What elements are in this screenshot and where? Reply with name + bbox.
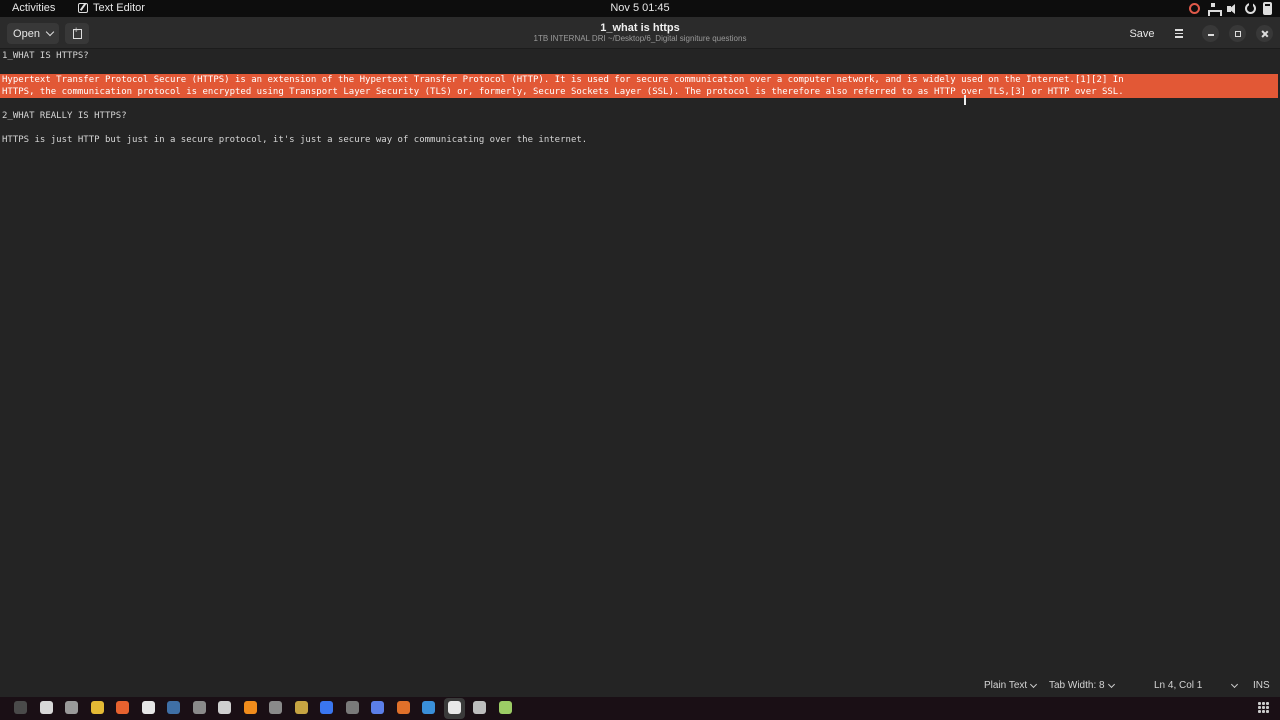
header-bar: Open 1_what is https 1TB INTERNAL DRI ~/… (0, 17, 1280, 49)
hamburger-icon (1175, 29, 1183, 31)
volume-icon[interactable] (1226, 3, 1238, 15)
text-editor-icon[interactable] (448, 701, 461, 714)
text-line[interactable]: HTTPS is just HTTP but just in a secure … (2, 134, 587, 146)
github-desktop-icon[interactable] (142, 701, 155, 714)
browser-icon[interactable] (422, 701, 435, 714)
text-editor-app-icon (78, 3, 88, 13)
inkscape-icon[interactable] (269, 701, 282, 714)
power-icon[interactable] (1245, 1, 1256, 14)
settings-icon[interactable] (346, 701, 359, 714)
chrome-icon[interactable] (91, 701, 104, 714)
activities-button[interactable]: Activities (12, 2, 55, 14)
chat-icon[interactable] (371, 701, 384, 714)
text-area[interactable]: 1_WHAT IS HTTPS? Hypertext Transfer Prot… (0, 50, 1280, 676)
document-path: 1TB INTERNAL DRI ~/Desktop/6_Digital sig… (533, 34, 747, 43)
text-line[interactable]: 1_WHAT IS HTTPS? (2, 50, 89, 62)
maximize-button[interactable] (1229, 25, 1246, 42)
network-icon[interactable] (1207, 2, 1222, 16)
trash-icon[interactable] (499, 701, 512, 714)
terminal-icon[interactable] (14, 701, 27, 714)
obs-icon[interactable] (218, 701, 231, 714)
save-button[interactable]: Save (1124, 23, 1160, 44)
steam-icon[interactable] (167, 701, 180, 714)
language-selector[interactable]: Plain Text (984, 680, 1038, 691)
chevron-down-icon (1107, 680, 1115, 688)
firefox-icon[interactable] (116, 701, 129, 714)
language-label: Plain Text (984, 680, 1028, 691)
document-viewer-icon[interactable] (473, 701, 486, 714)
vlc-icon[interactable] (244, 701, 257, 714)
top-bar: Activities Text Editor Nov 5 01:45 (0, 0, 1280, 17)
text-cursor-icon (964, 95, 966, 105)
document-title: 1_what is https (600, 22, 680, 34)
signal-icon[interactable] (320, 701, 333, 714)
blender-icon[interactable] (295, 701, 308, 714)
sync-icon[interactable] (1189, 3, 1200, 14)
battery-icon[interactable] (1263, 2, 1272, 15)
files-icon[interactable] (65, 701, 78, 714)
restore-icon (1234, 30, 1241, 37)
text-selection[interactable]: Hypertext Transfer Protocol Secure (HTTP… (0, 74, 1278, 98)
text-line[interactable]: 2_WHAT REALLY IS HTTPS? (2, 110, 127, 122)
app-name: Text Editor (93, 2, 145, 14)
minimize-button[interactable] (1202, 25, 1219, 42)
minimize-icon (1207, 34, 1214, 36)
monitor-icon[interactable] (193, 701, 206, 714)
insert-mode[interactable]: INS (1253, 680, 1270, 691)
main-menu-button[interactable] (1168, 23, 1190, 44)
chevron-down-icon (1231, 680, 1239, 688)
chevron-down-icon (1030, 680, 1038, 688)
tab-width-selector[interactable]: Tab Width: 8 (1049, 680, 1115, 691)
text-line[interactable]: HTTPS, the communication protocol is enc… (2, 86, 1124, 98)
cursor-position-selector[interactable]: Ln 4, Col 1 (1154, 680, 1239, 691)
ubuntu-software-icon[interactable] (397, 701, 410, 714)
close-button[interactable] (1256, 25, 1273, 42)
app-menu[interactable]: Text Editor (78, 2, 145, 14)
tab-width-label: Tab Width: 8 (1049, 680, 1105, 691)
system-tray[interactable] (1189, 1, 1272, 16)
dock (0, 697, 1280, 720)
cursor-position: Ln 4, Col 1 (1154, 680, 1203, 691)
clock[interactable]: Nov 5 01:45 (610, 2, 669, 14)
status-bar: Plain Text Tab Width: 8 Ln 4, Col 1 INS (0, 676, 1280, 696)
text-editor-alt-icon[interactable] (40, 701, 53, 714)
show-applications-button[interactable] (1258, 702, 1269, 713)
text-line[interactable]: Hypertext Transfer Protocol Secure (HTTP… (2, 74, 1124, 86)
close-icon (1261, 30, 1269, 38)
